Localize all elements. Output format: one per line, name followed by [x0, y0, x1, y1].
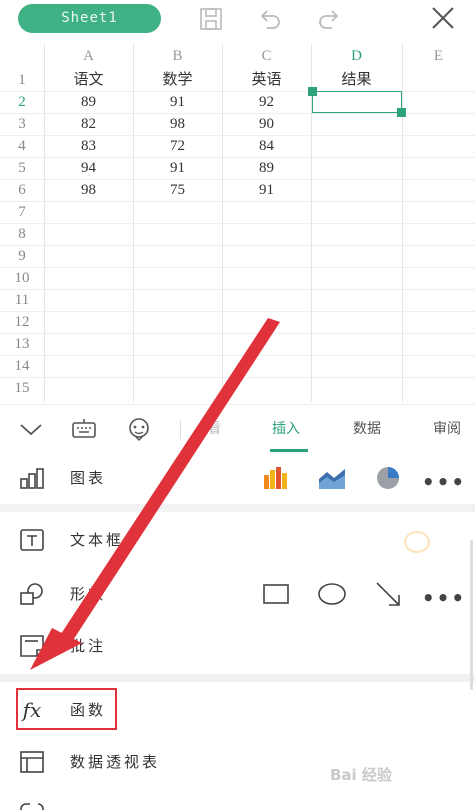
textbox-icon [18, 527, 46, 553]
top-bar: Sheet1 [0, 0, 475, 40]
ribbon-tabs: 看 插入 数据 审阅 [0, 404, 475, 452]
row-header[interactable]: 7 [0, 201, 44, 223]
rectangle-icon[interactable] [261, 581, 291, 607]
grid-line [0, 377, 475, 378]
bar-chart-icon[interactable] [261, 465, 291, 491]
selection-handle-top-left[interactable] [308, 87, 317, 96]
chart-label: 图表 [70, 469, 107, 487]
cell-b6[interactable]: 75 [133, 179, 222, 201]
column-header-b[interactable]: B [133, 44, 222, 68]
column-header-a[interactable]: A [44, 44, 133, 68]
cell-b2[interactable]: 91 [133, 91, 222, 113]
collapse-chevron-icon[interactable] [18, 417, 44, 441]
comment-label: 批注 [70, 637, 107, 655]
tab-insert[interactable]: 插入 [272, 418, 300, 440]
row-header[interactable]: 5 [0, 157, 44, 179]
row-header[interactable]: 14 [0, 355, 44, 377]
row-header[interactable]: 6 [0, 179, 44, 201]
next-row-partial[interactable] [0, 788, 475, 810]
insert-chart-row[interactable]: 图表 ••• [0, 452, 475, 504]
grid-line [0, 201, 475, 202]
grid-line [0, 289, 475, 290]
keyboard-icon[interactable] [71, 417, 97, 441]
undo-icon[interactable] [257, 6, 283, 32]
cell-b4[interactable]: 72 [133, 135, 222, 157]
cell-c1[interactable]: 英语 [222, 69, 311, 91]
cell-b5[interactable]: 91 [133, 157, 222, 179]
insert-shape-row[interactable]: 形状 ••• [0, 568, 475, 620]
row-header[interactable]: 10 [0, 267, 44, 289]
shape-label: 形状 [70, 585, 107, 603]
row-header[interactable]: 11 [0, 289, 44, 311]
ellipse-icon[interactable] [317, 581, 347, 607]
grid-line [0, 355, 475, 356]
area-chart-icon[interactable] [317, 465, 347, 491]
selection-handle-bottom-right[interactable] [397, 108, 406, 117]
row-header[interactable]: 13 [0, 333, 44, 355]
insert-textbox-row[interactable]: 文本框 [0, 514, 475, 566]
tab-separator [180, 421, 181, 439]
close-icon[interactable] [430, 5, 456, 31]
cell-a4[interactable]: 83 [44, 135, 133, 157]
cell-c5[interactable]: 89 [222, 157, 311, 179]
sheet-tab[interactable]: Sheet1 [18, 4, 161, 33]
cell-c6[interactable]: 91 [222, 179, 311, 201]
textbox-label: 文本框 [70, 531, 125, 549]
cell-a2[interactable]: 89 [44, 91, 133, 113]
column-header-c[interactable]: C [222, 44, 311, 68]
grid-line [0, 311, 475, 312]
cell-c3[interactable]: 90 [222, 113, 311, 135]
row-header[interactable]: 15 [0, 377, 44, 399]
grid-line [0, 333, 475, 334]
pie-chart-icon[interactable] [373, 465, 403, 491]
row-header[interactable]: 8 [0, 223, 44, 245]
grid-line [0, 267, 475, 268]
cell-a1[interactable]: 语文 [44, 69, 133, 91]
row-header[interactable]: 4 [0, 135, 44, 157]
pivot-table-label: 数据透视表 [70, 753, 161, 771]
function-highlight-box [16, 688, 117, 730]
redo-icon[interactable] [316, 6, 342, 32]
cell-a3[interactable]: 82 [44, 113, 133, 135]
cell-b1[interactable]: 数学 [133, 69, 222, 91]
shape-icon [18, 581, 46, 607]
panel-scrollbar[interactable] [470, 540, 473, 690]
row-header[interactable]: 12 [0, 311, 44, 333]
row-header[interactable]: 2 [0, 91, 44, 113]
arrow-line-icon[interactable] [373, 581, 403, 607]
comment-icon [18, 633, 46, 659]
more-shapes-button[interactable]: ••• [422, 585, 464, 611]
cell-a6[interactable]: 98 [44, 179, 133, 201]
section-separator [0, 504, 475, 512]
pivot-table-icon [18, 749, 46, 775]
cell-a5[interactable]: 94 [44, 157, 133, 179]
column-header-e[interactable]: E [402, 44, 475, 68]
insert-comment-row[interactable]: 批注 [0, 620, 475, 672]
selected-cell-d2[interactable] [312, 91, 402, 113]
insert-panel: 图表 ••• 文本框 形状 ••• 批注 fx 函数 数据透视表 [0, 452, 475, 810]
row-header[interactable]: 1 [0, 69, 44, 91]
tab-data[interactable]: 数据 [353, 418, 381, 440]
column-header-d[interactable]: D [311, 44, 402, 68]
touch-indicator-circle [404, 531, 430, 553]
row-header[interactable]: 9 [0, 245, 44, 267]
cell-d1[interactable]: 结果 [311, 69, 402, 91]
voice-assistant-icon[interactable] [126, 417, 152, 441]
cell-b3[interactable]: 98 [133, 113, 222, 135]
more-charts-button[interactable]: ••• [422, 469, 464, 495]
cell-c2[interactable]: 92 [222, 91, 311, 113]
tab-review[interactable]: 审阅 [433, 418, 461, 440]
section-separator [0, 674, 475, 682]
cell-c4[interactable]: 84 [222, 135, 311, 157]
grid-line [0, 223, 475, 224]
grid-line [0, 245, 475, 246]
insert-pivot-table-row[interactable]: 数据透视表 [0, 736, 475, 788]
link-icon [18, 796, 46, 810]
save-icon[interactable] [198, 6, 224, 32]
chart-icon [18, 465, 46, 491]
row-header[interactable]: 3 [0, 113, 44, 135]
tab-view[interactable]: 看 [207, 418, 221, 440]
watermark: Bai 经验 [330, 766, 392, 784]
spreadsheet-grid[interactable]: A B C D E 1 2 3 4 5 6 7 8 9 10 11 12 13 … [0, 44, 475, 402]
